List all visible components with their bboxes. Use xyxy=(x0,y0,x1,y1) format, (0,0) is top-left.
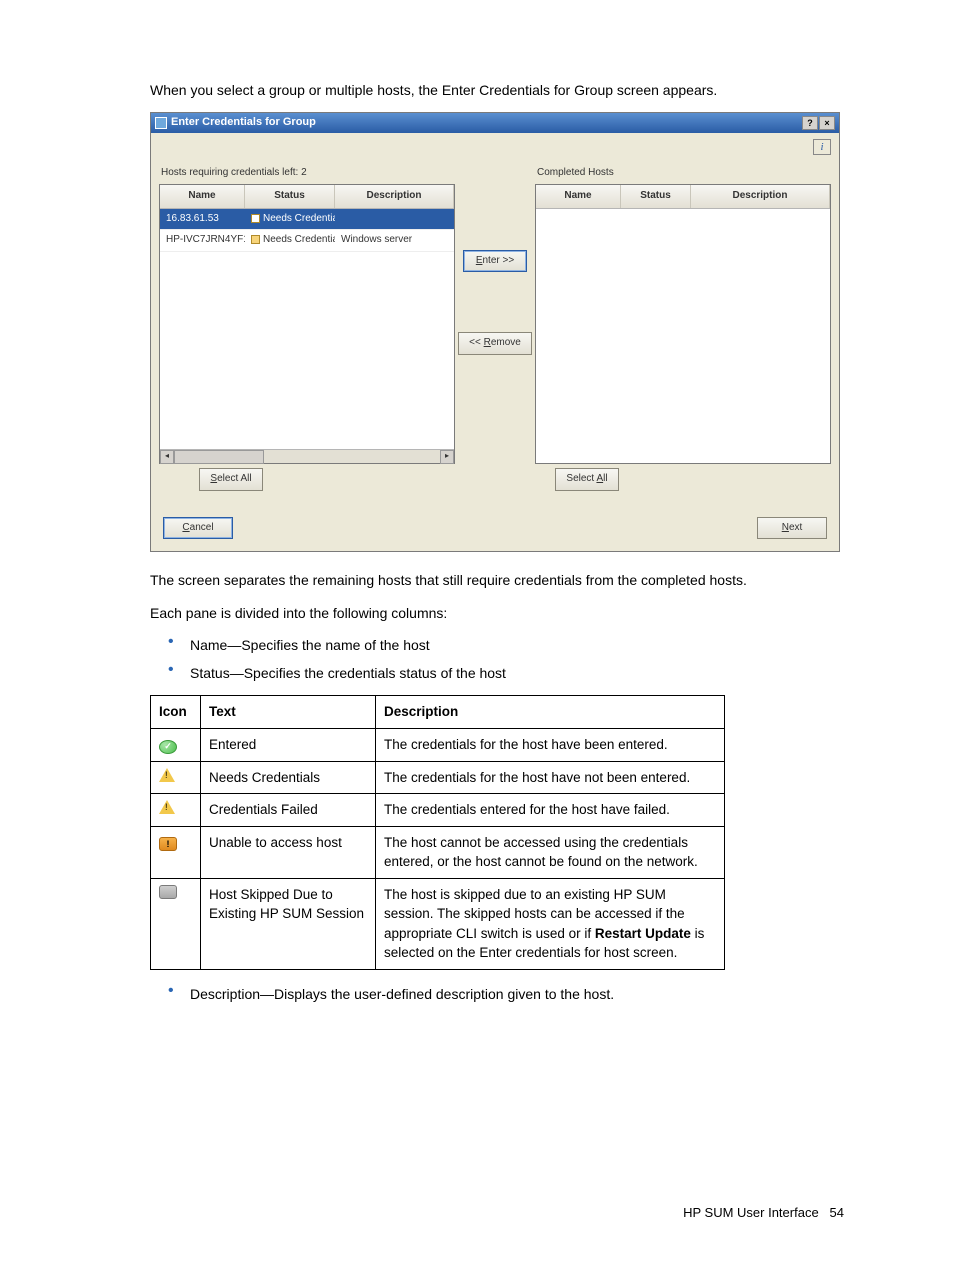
col-status[interactable]: Status xyxy=(245,185,335,208)
completed-hosts-pane: Completed Hosts Name Status Description … xyxy=(535,160,831,491)
table-row: Host Skipped Due to Existing HP SUM Sess… xyxy=(151,878,725,969)
pending-hosts-pane: Hosts requiring credentials left: 2 Name… xyxy=(159,160,455,491)
table-row[interactable]: 16.83.61.53 Needs Credentials xyxy=(160,209,454,231)
table-row: Needs Credentials The credentials for th… xyxy=(151,761,725,794)
body-text: The screen separates the remaining hosts… xyxy=(150,570,844,590)
cancel-button[interactable]: Cancel xyxy=(163,517,233,540)
desc-with-bold: The host is skipped due to an existing H… xyxy=(376,878,725,969)
scroll-left-icon[interactable]: ◂ xyxy=(160,450,174,464)
list-item: Status—Specifies the credentials status … xyxy=(190,663,844,683)
col-name[interactable]: Name xyxy=(536,185,621,208)
unable-access-icon: ! xyxy=(159,837,177,851)
pending-grid[interactable]: Name Status Description 16.83.61.53 Need… xyxy=(159,184,455,464)
credentials-failed-icon xyxy=(159,800,175,814)
warn-icon xyxy=(251,214,260,223)
next-button[interactable]: Next xyxy=(757,517,827,540)
page-footer: HP SUM User Interface 54 xyxy=(150,1204,844,1223)
column-list: Name—Specifies the name of the host Stat… xyxy=(150,635,844,684)
entered-icon: ✓ xyxy=(159,740,177,754)
scroll-right-icon[interactable]: ▸ xyxy=(440,450,454,464)
warn-icon xyxy=(251,235,260,244)
dialog-title: Enter Credentials for Group xyxy=(171,115,316,131)
body-text: Each pane is divided into the following … xyxy=(150,603,844,623)
scroll-thumb[interactable] xyxy=(174,450,264,464)
enter-credentials-dialog: Enter Credentials for Group ? × i Hosts … xyxy=(150,112,840,552)
needs-credentials-icon xyxy=(159,768,175,782)
select-all-right-button[interactable]: Select All xyxy=(555,468,619,491)
completed-grid[interactable]: Name Status Description xyxy=(535,184,831,464)
list-item: Name—Specifies the name of the host xyxy=(190,635,844,655)
table-row: ✓ Entered The credentials for the host h… xyxy=(151,728,725,761)
col-name[interactable]: Name xyxy=(160,185,245,208)
completed-label: Completed Hosts xyxy=(537,166,831,181)
select-all-left-button[interactable]: Select All xyxy=(199,468,263,491)
host-skipped-icon xyxy=(159,885,177,899)
col-status[interactable]: Status xyxy=(621,185,691,208)
info-icon[interactable]: i xyxy=(813,139,831,155)
status-table: Icon Text Description ✓ Entered The cred… xyxy=(150,695,725,970)
remove-button[interactable]: << Remove xyxy=(458,332,532,355)
pending-label: Hosts requiring credentials left: 2 xyxy=(161,166,455,181)
table-row: ! Unable to access host The host cannot … xyxy=(151,826,725,878)
help-button[interactable]: ? xyxy=(802,116,818,130)
col-desc[interactable]: Description xyxy=(335,185,454,208)
close-button[interactable]: × xyxy=(819,116,835,130)
list-item: Description—Displays the user-defined de… xyxy=(190,984,844,1004)
th-desc: Description xyxy=(376,696,725,729)
intro-text: When you select a group or multiple host… xyxy=(150,80,844,100)
horizontal-scrollbar[interactable]: ◂ ▸ xyxy=(160,449,454,463)
col-desc[interactable]: Description xyxy=(691,185,830,208)
enter-button[interactable]: Enter >> xyxy=(463,250,527,273)
dialog-titlebar: Enter Credentials for Group ? × xyxy=(151,113,839,133)
table-row: Credentials Failed The credentials enter… xyxy=(151,794,725,827)
desc-list: Description—Displays the user-defined de… xyxy=(150,984,844,1004)
th-text: Text xyxy=(201,696,376,729)
th-icon: Icon xyxy=(151,696,201,729)
table-row[interactable]: HP-IVC7JRN4YF1F Needs Credentials Window… xyxy=(160,230,454,252)
window-icon xyxy=(155,117,167,129)
